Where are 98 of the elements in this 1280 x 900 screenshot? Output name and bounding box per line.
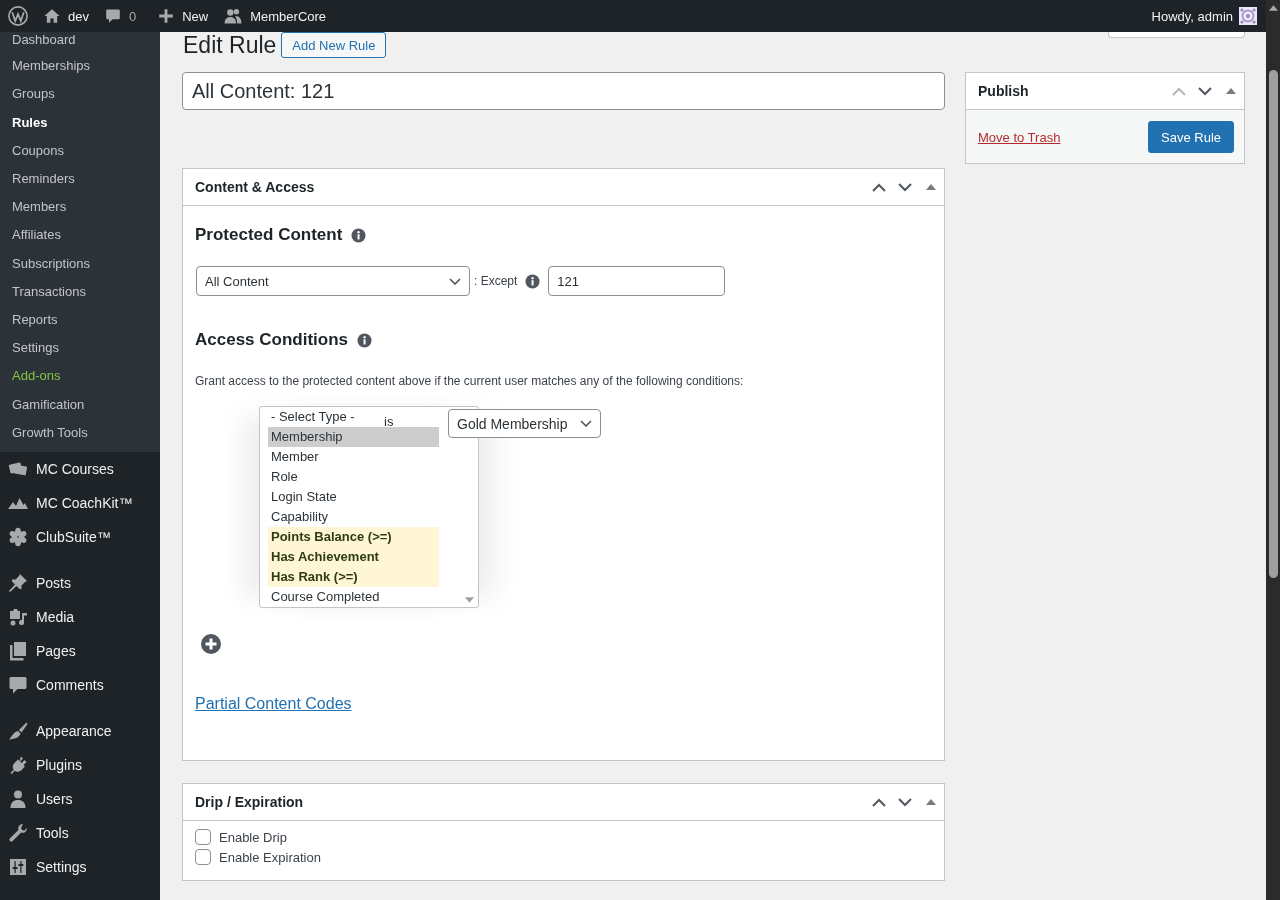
- triangle-up-icon: [926, 799, 936, 805]
- menu-item[interactable]: Tools: [0, 816, 160, 851]
- menu-item[interactable]: Posts: [0, 566, 160, 601]
- dropdown-option[interactable]: Course Completed: [271, 587, 380, 607]
- submenu-item[interactable]: Reminders: [0, 165, 160, 194]
- avatar-icon: [1239, 7, 1257, 25]
- info-icon[interactable]: [351, 227, 367, 243]
- comments-link[interactable]: 0: [96, 0, 145, 32]
- submenu-item[interactable]: Growth Tools: [0, 418, 160, 448]
- camera-note-icon: [8, 607, 28, 628]
- info-icon[interactable]: [357, 332, 373, 348]
- submenu-item[interactable]: Affiliates: [0, 221, 160, 250]
- triangle-up-icon: [1226, 88, 1236, 94]
- panel-title: Drip / Expiration: [195, 794, 305, 810]
- chevron-up-icon: [872, 182, 886, 192]
- site-link[interactable]: dev: [36, 0, 97, 32]
- dropdown-option[interactable]: Capability: [271, 507, 329, 527]
- page-title: Edit Rule: [182, 32, 277, 58]
- except-field[interactable]: 121: [548, 266, 726, 296]
- content-type-select[interactable]: All Content: [196, 266, 470, 296]
- checkbox-label: Enable Expiration: [219, 849, 321, 865]
- partial-content-codes-link[interactable]: Partial Content Codes: [195, 695, 352, 712]
- menu-item[interactable]: Comments: [0, 668, 160, 703]
- dropdown-option[interactable]: Points Balance (>=): [268, 527, 439, 547]
- chevron-down-icon: [898, 797, 912, 807]
- menu-item[interactable]: Plugins: [0, 748, 160, 783]
- chevron-down-icon: [449, 277, 461, 285]
- sliders-icon: [8, 857, 28, 878]
- chevron-down-icon: [580, 420, 592, 427]
- menu-item[interactable]: Settings: [0, 850, 160, 885]
- submenu-item[interactable]: Dashboard: [0, 32, 160, 53]
- speech-bubble-icon: [104, 8, 121, 24]
- except-label: : Except: [474, 274, 518, 288]
- submenu-item[interactable]: Rules: [0, 108, 160, 137]
- move-to-trash-link[interactable]: Move to Trash: [978, 129, 1061, 145]
- title-field[interactable]: All Content: 121: [182, 72, 945, 110]
- dropdown-option[interactable]: - Select Type -: [271, 407, 355, 427]
- dropdown-option[interactable]: Login State: [271, 487, 337, 507]
- flower-icon: [8, 527, 28, 548]
- chevron-up-icon: [872, 797, 886, 807]
- person-icon: [8, 789, 28, 810]
- paintbrush-icon: [8, 721, 28, 742]
- menu-item[interactable]: Pages: [0, 634, 160, 669]
- submenu-item[interactable]: Settings: [0, 334, 160, 363]
- add-new-rule-button[interactable]: Add New Rule: [281, 32, 387, 58]
- checkbox-label: Enable Drip: [219, 829, 287, 845]
- pushpin-icon: [8, 573, 28, 594]
- scroll-down-icon[interactable]: [465, 597, 474, 603]
- dropdown-option[interactable]: Membership: [268, 427, 439, 447]
- submenu-item[interactable]: Add-ons: [0, 362, 160, 391]
- panel-title: Content & Access: [195, 179, 316, 195]
- wrench-icon: [8, 823, 28, 844]
- section-heading: Protected Content: [195, 224, 343, 246]
- documents-icon: [8, 641, 28, 662]
- info-icon[interactable]: [525, 273, 541, 289]
- logo-icon[interactable]: [8, 6, 28, 26]
- submenu-item[interactable]: Groups: [0, 80, 160, 109]
- submenu-item[interactable]: Members: [0, 193, 160, 222]
- submenu-item[interactable]: Reports: [0, 306, 160, 335]
- submenu-item[interactable]: Subscriptions: [0, 249, 160, 278]
- menu-item[interactable]: Appearance: [0, 714, 160, 749]
- plugin-link[interactable]: MemberCore: [216, 0, 335, 32]
- menu-item[interactable]: ClubSuite™: [0, 520, 160, 555]
- scrollbar[interactable]: [1266, 0, 1280, 900]
- operator-label: is: [384, 414, 394, 430]
- save-rule-button[interactable]: Save Rule: [1148, 121, 1234, 153]
- chevron-up-icon: [1172, 86, 1186, 96]
- menu-item[interactable]: Users: [0, 782, 160, 817]
- dropdown-option[interactable]: Has Rank (>=): [268, 567, 439, 587]
- submenu-item[interactable]: Transactions: [0, 277, 160, 307]
- plug-icon: [8, 755, 28, 776]
- speech-bubble-icon: [8, 675, 28, 696]
- membership-select[interactable]: Gold Membership: [448, 409, 601, 438]
- chevron-down-icon: [898, 182, 912, 192]
- conditions-description: Grant access to the protected content above if the current user matches any of the following conditions:: [195, 373, 745, 390]
- checkbox[interactable]: [195, 829, 211, 845]
- dropdown-option[interactable]: Has Achievement: [268, 547, 439, 567]
- home-icon: [44, 8, 60, 24]
- panel-title: Publish: [978, 83, 1030, 99]
- dropdown-option[interactable]: Role: [271, 467, 298, 487]
- plus-circle-icon[interactable]: [201, 634, 221, 654]
- menu-item[interactable]: MC Courses: [0, 452, 160, 487]
- menu-item[interactable]: MC CoachKit™: [0, 486, 160, 521]
- account-link[interactable]: Howdy, admin: [1143, 0, 1257, 32]
- people-icon: [224, 8, 243, 24]
- dropdown-option[interactable]: Member: [271, 447, 319, 467]
- submenu-item[interactable]: Gamification: [0, 390, 160, 419]
- chevron-down-icon: [1198, 86, 1212, 96]
- new-link[interactable]: New: [144, 0, 217, 32]
- triangle-up-icon: [926, 184, 936, 190]
- menu-item[interactable]: Media: [0, 600, 160, 635]
- checkbox[interactable]: [195, 849, 211, 865]
- section-heading: Access Conditions: [195, 329, 349, 351]
- submenu-item[interactable]: Memberships: [0, 52, 160, 81]
- scroll-up-icon[interactable]: [1268, 5, 1278, 11]
- submenu-item[interactable]: Coupons: [0, 136, 160, 165]
- plus-icon: [158, 8, 175, 24]
- scrollbar-thumb[interactable]: [1268, 70, 1278, 578]
